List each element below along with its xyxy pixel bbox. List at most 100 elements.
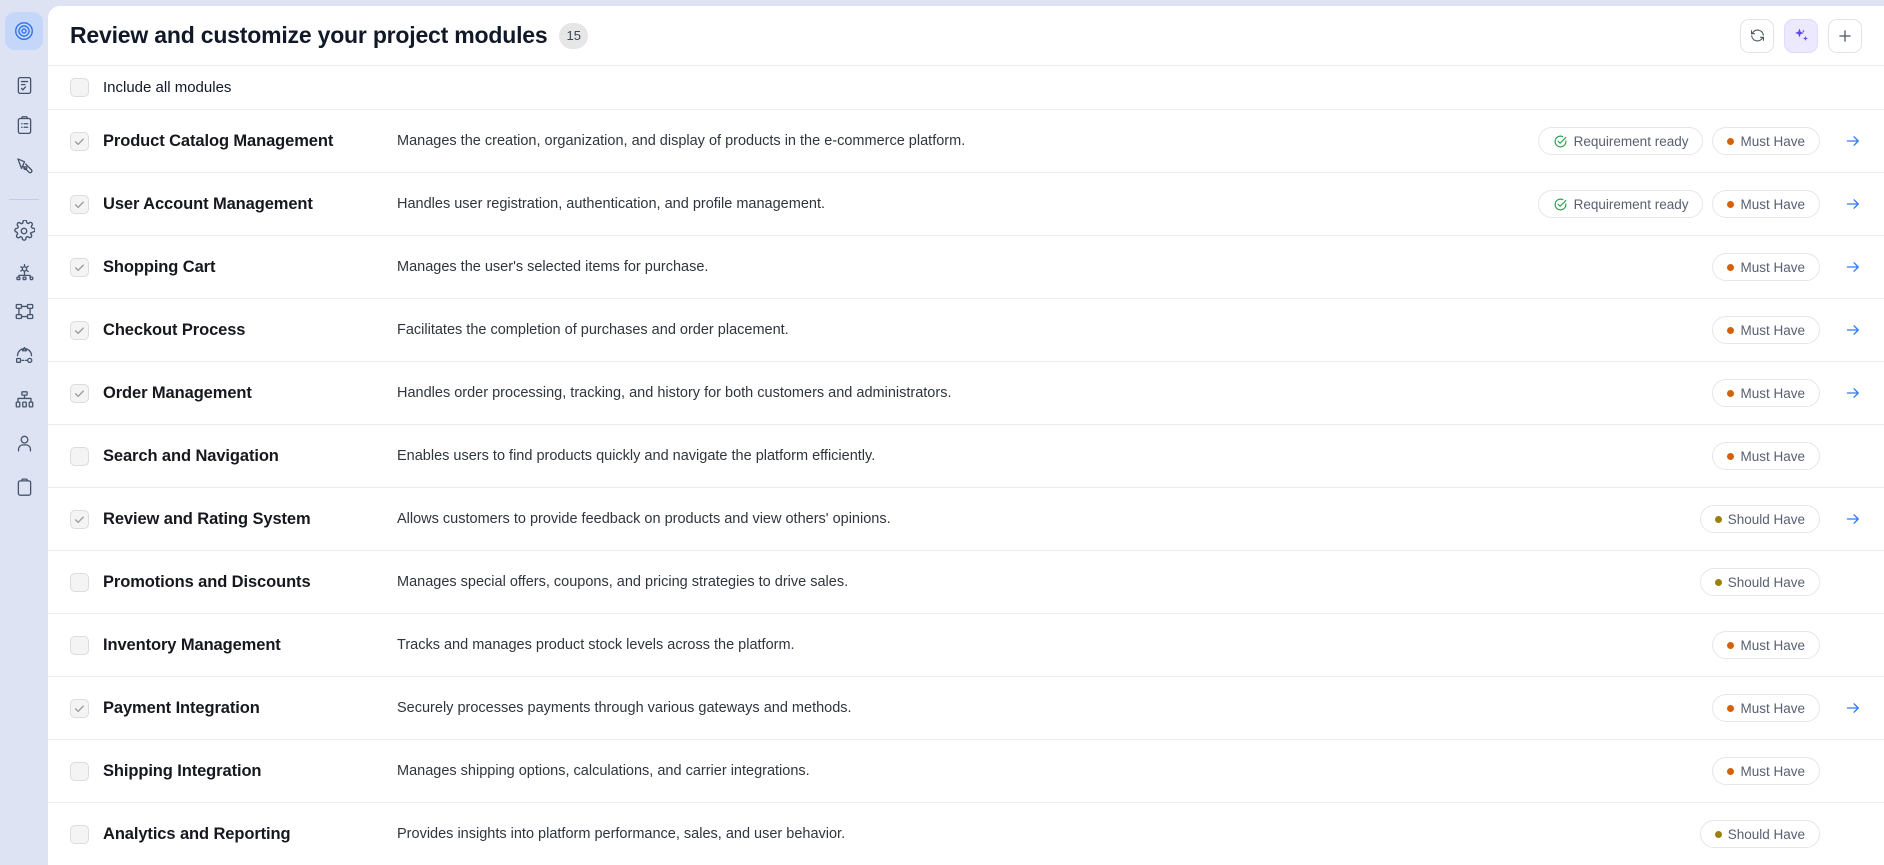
ai-button[interactable] [1784,18,1818,53]
priority-badge[interactable]: Should Have [1699,505,1820,533]
sidebar-item-hierarchy[interactable] [5,380,43,418]
module-arrow-cell [1826,699,1862,717]
arrow-right-icon[interactable] [1844,132,1862,150]
module-description: Securely processes payments through vari… [397,700,852,716]
priority-badge[interactable]: Should Have [1699,568,1820,596]
sidebar-item-project-overview[interactable] [5,12,43,50]
priority-badge-label: Must Have [1740,448,1805,464]
priority-badge[interactable]: Must Have [1712,316,1820,344]
sidebar-item-workflow[interactable] [5,336,43,374]
priority-badge[interactable]: Must Have [1712,757,1820,785]
module-arrow-cell [1826,762,1862,780]
priority-dot-icon [1727,326,1735,334]
module-name: Product Catalog Management [103,131,334,150]
module-description: Enables users to find products quickly a… [397,448,876,464]
module-checkbox[interactable] [70,698,89,718]
priority-badge[interactable]: Must Have [1712,379,1820,407]
module-arrow-cell [1826,447,1862,465]
priority-dot-icon [1727,137,1735,145]
module-checkbox[interactable] [70,824,89,844]
refresh-button[interactable] [1740,18,1774,53]
priority-badge[interactable]: Must Have [1712,442,1820,470]
module-name: Promotions and Discounts [103,572,311,591]
sidebar-item-account[interactable] [5,424,43,462]
status-badge-label: Requirement ready [1573,196,1689,212]
module-name: Order Management [103,383,252,402]
user-icon [14,433,35,454]
priority-badge[interactable]: Must Have [1712,631,1820,659]
shapes-flow-icon [14,345,35,366]
module-description: Manages shipping options, calculations, … [397,763,810,779]
module-row[interactable]: Product Catalog Management Manages the cr… [48,110,1884,173]
module-tags: Must Have [1712,694,1820,722]
priority-badge[interactable]: Must Have [1712,694,1820,722]
sidebar-item-design[interactable] [5,146,43,184]
module-checkbox[interactable] [70,320,89,340]
priority-badge[interactable]: Must Have [1712,253,1820,281]
sidebar-item-requirements[interactable] [5,66,43,104]
module-tags: Requirement ready Must Have [1537,127,1820,155]
module-row[interactable]: Analytics and Reporting Provides insights… [48,803,1884,865]
sidebar-item-tasks[interactable] [5,106,43,144]
sidebar-item-settings[interactable] [5,212,43,250]
module-tags: Requirement ready Must Have [1537,190,1820,218]
module-row[interactable]: Payment Integration Securely processes pa… [48,677,1884,740]
module-tags: Should Have [1699,505,1820,533]
plus-icon [1836,27,1854,45]
module-checkbox[interactable] [70,194,89,214]
module-arrow-cell [1826,321,1862,339]
priority-dot-icon [1714,515,1722,523]
priority-dot-icon [1727,704,1735,712]
module-arrow-cell [1826,636,1862,654]
module-checkbox[interactable] [70,131,89,151]
priority-badge-label: Must Have [1740,637,1805,653]
arrow-right-icon[interactable] [1844,510,1862,528]
gear-network-icon [14,261,35,282]
module-checkbox[interactable] [70,761,89,781]
document-check-icon [14,75,35,96]
module-row[interactable]: User Account Management Handles user regi… [48,173,1884,236]
arrow-right-icon[interactable] [1844,258,1862,276]
priority-dot-icon [1727,452,1735,460]
left-nav-rail [0,0,48,865]
module-arrow-cell [1826,573,1862,591]
module-checkbox[interactable] [70,257,89,277]
status-badge[interactable]: Requirement ready [1537,127,1704,155]
select-all-checkbox[interactable] [70,78,89,97]
priority-badge[interactable]: Must Have [1712,190,1820,218]
module-checkbox[interactable] [70,509,89,529]
check-circle-icon [1553,197,1568,212]
arrow-right-icon[interactable] [1844,384,1862,402]
module-name: Inventory Management [103,635,281,654]
module-description: Handles order processing, tracking, and … [397,385,952,401]
module-row[interactable]: Inventory Management Tracks and manages p… [48,614,1884,677]
priority-badge[interactable]: Must Have [1712,127,1820,155]
module-checkbox[interactable] [70,572,89,592]
header-actions [1740,18,1862,53]
module-row[interactable]: Checkout Process Facilitates the completi… [48,299,1884,362]
sitemap-icon [14,301,35,322]
sidebar-item-architecture[interactable] [5,292,43,330]
arrow-right-icon[interactable] [1844,699,1862,717]
module-checkbox[interactable] [70,446,89,466]
priority-dot-icon [1714,578,1722,586]
priority-badge[interactable]: Should Have [1699,820,1820,848]
module-row[interactable]: Shipping Integration Manages shipping opt… [48,740,1884,803]
arrow-right-icon[interactable] [1844,321,1862,339]
select-all-row[interactable]: Include all modules [48,66,1884,110]
module-row[interactable]: Order Management Handles order processing… [48,362,1884,425]
module-checkbox[interactable] [70,383,89,403]
add-button[interactable] [1828,18,1862,53]
module-row[interactable]: Search and Navigation Enables users to fi… [48,425,1884,488]
module-row[interactable]: Promotions and Discounts Manages special … [48,551,1884,614]
sidebar-item-notes[interactable] [5,468,43,506]
priority-dot-icon [1727,263,1735,271]
arrow-right-icon[interactable] [1844,195,1862,213]
sidebar-item-integrations[interactable] [5,252,43,290]
status-badge[interactable]: Requirement ready [1537,190,1704,218]
module-description: Tracks and manages product stock levels … [397,637,795,653]
module-row[interactable]: Review and Rating System Allows customers… [48,488,1884,551]
module-row[interactable]: Shopping Cart Manages the user's selected… [48,236,1884,299]
module-count-badge: 15 [559,22,588,49]
module-checkbox[interactable] [70,635,89,655]
